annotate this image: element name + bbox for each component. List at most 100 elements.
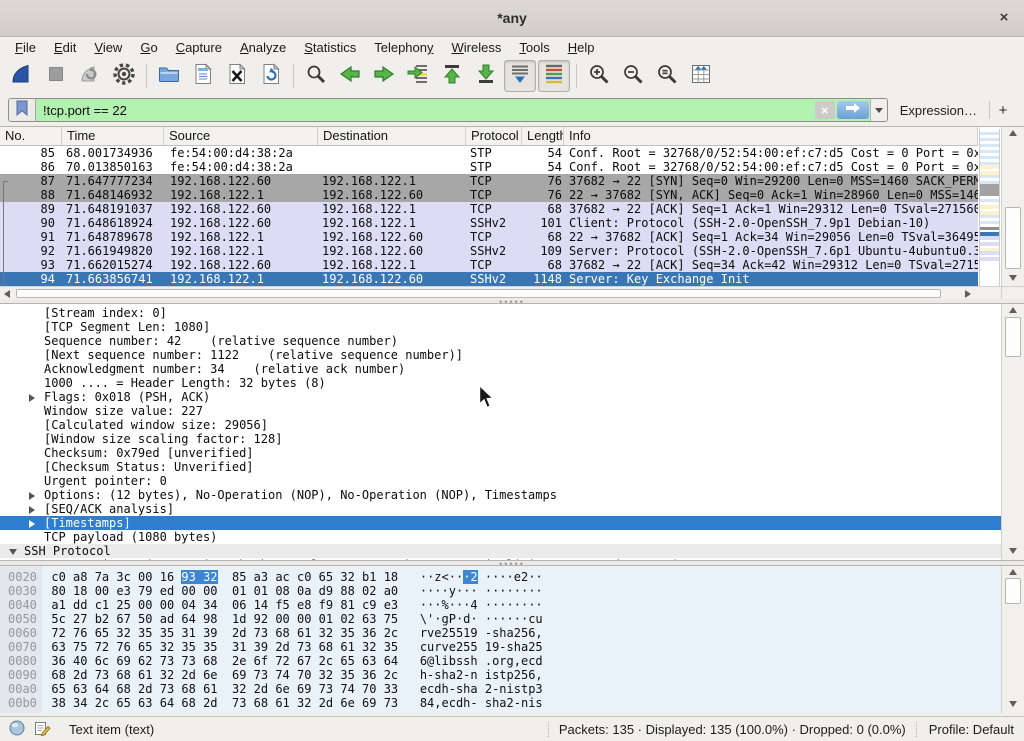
menu-view[interactable]: View xyxy=(85,40,131,55)
menu-analyze[interactable]: Analyze xyxy=(231,40,295,55)
expert-info-button[interactable] xyxy=(9,720,25,739)
vscrollbar-thumb[interactable] xyxy=(1005,207,1021,269)
packet-row-89[interactable]: 8971.648191037192.168.122.60192.168.122.… xyxy=(0,202,978,216)
detail-row[interactable]: Flags: 0x018 (PSH, ACK) xyxy=(0,390,1006,404)
auto-scroll-button[interactable] xyxy=(504,60,536,92)
hex-row-0040[interactable]: 0040 a1 dd c1 25 00 00 04 34 06 14 f5 e8… xyxy=(8,598,543,612)
hex-row-00a0[interactable]: 00a0 65 63 64 68 2d 73 68 61 32 2d 6e 69… xyxy=(8,682,543,696)
go-last-button[interactable] xyxy=(470,60,502,92)
intelligent-scrollbar-minimap[interactable] xyxy=(979,129,1000,287)
detail-row[interactable]: Urgent pointer: 0 xyxy=(0,474,1006,488)
capture-options-button[interactable] xyxy=(108,60,140,92)
detail-row[interactable]: Checksum: 0x79ed [unverified] xyxy=(0,446,1006,460)
hex-row-0030[interactable]: 0030 80 18 00 e3 79 ed 00 00 01 01 08 0a… xyxy=(8,584,543,598)
column-header-protocol[interactable]: Protocol xyxy=(466,127,522,145)
detail-row[interactable]: [Checksum Status: Unverified] xyxy=(0,460,1006,474)
hex-row-0060[interactable]: 0060 72 76 65 32 35 35 31 39 2d 73 68 61… xyxy=(8,626,543,640)
detail-row[interactable]: [TCP Segment Len: 1080] xyxy=(0,320,1006,334)
expander-collapsed-icon[interactable] xyxy=(29,506,35,514)
packet-row-88[interactable]: 8871.648146932192.168.122.1192.168.122.6… xyxy=(0,188,978,202)
details-vscrollbar[interactable] xyxy=(1001,304,1024,560)
packet-list-vscrollbar[interactable] xyxy=(1001,127,1024,287)
filter-apply-button[interactable] xyxy=(837,101,869,119)
hex-row-0090[interactable]: 0090 68 2d 73 68 61 32 2d 6e 69 73 74 70… xyxy=(8,668,543,682)
display-filter-input[interactable]: !tcp.port == 22 xyxy=(36,99,814,121)
column-header-length[interactable]: Length xyxy=(522,127,564,145)
detail-row[interactable]: Sequence number: 42 (relative sequence n… xyxy=(0,334,1006,348)
expression-button[interactable]: Expression… xyxy=(888,103,989,118)
detail-row[interactable]: 1000 .... = Header Length: 32 bytes (8) xyxy=(0,376,1006,390)
detail-row-selected[interactable]: [Timestamps] xyxy=(0,516,1006,530)
open-file-button[interactable] xyxy=(153,60,185,92)
details-scroll-up-icon[interactable] xyxy=(1002,307,1024,313)
capture-comment-button[interactable] xyxy=(34,720,51,739)
filter-history-dropdown[interactable] xyxy=(870,99,887,121)
detail-row[interactable]: [Window size scaling factor: 128] xyxy=(0,432,1006,446)
filter-bookmark-button[interactable] xyxy=(9,99,36,121)
hex-scroll-down-icon[interactable] xyxy=(1002,701,1024,707)
packet-row-86[interactable]: 8670.013850163fe:54:00:d4:38:2aSTP54Conf… xyxy=(0,160,978,174)
details-vscrollbar-thumb[interactable] xyxy=(1005,317,1021,357)
menu-go[interactable]: Go xyxy=(131,40,166,55)
go-to-packet-button[interactable] xyxy=(402,60,434,92)
save-file-button[interactable] xyxy=(187,60,219,92)
hex-row-0080[interactable]: 0080 36 40 6c 69 62 73 73 68 2e 6f 72 67… xyxy=(8,654,543,668)
hex-row-0050[interactable]: 0050 5c 27 b2 67 50 ad 64 98 1d 92 00 00… xyxy=(8,612,543,626)
packet-row-91[interactable]: 9171.648789678192.168.122.1192.168.122.6… xyxy=(0,230,978,244)
detail-row[interactable]: Acknowledgment number: 34 (relative ack … xyxy=(0,362,1006,376)
scroll-right-icon[interactable] xyxy=(965,290,971,298)
detail-row[interactable]: [SEQ/ACK analysis] xyxy=(0,502,1006,516)
detail-row[interactable]: Window size value: 227 xyxy=(0,404,1006,418)
menu-capture[interactable]: Capture xyxy=(167,40,231,55)
column-header-info[interactable]: Info xyxy=(564,127,978,145)
detail-row[interactable]: TCP payload (1080 bytes) xyxy=(0,530,1006,544)
hex-row-0070[interactable]: 0070 63 75 72 76 65 32 35 35 31 39 2d 73… xyxy=(8,640,543,654)
packet-row-92[interactable]: 9271.661949820192.168.122.1192.168.122.6… xyxy=(0,244,978,258)
detail-row[interactable]: Options: (12 bytes), No-Operation (NOP),… xyxy=(0,488,1006,502)
packet-row-90[interactable]: 9071.648618924192.168.122.60192.168.122.… xyxy=(0,216,978,230)
packet-row-93[interactable]: 9371.662015274192.168.122.60192.168.122.… xyxy=(0,258,978,272)
scroll-up-icon[interactable] xyxy=(1002,130,1024,136)
colorize-button[interactable] xyxy=(538,60,570,92)
zoom-in-button[interactable] xyxy=(583,60,615,92)
hex-vscrollbar[interactable] xyxy=(1001,566,1024,713)
go-first-button[interactable] xyxy=(436,60,468,92)
menu-edit[interactable]: Edit xyxy=(45,40,85,55)
hex-row-0020[interactable]: 0020 c0 a8 7a 3c 00 16 93 32 85 a3 ac c0… xyxy=(8,570,543,584)
reload-file-button[interactable] xyxy=(255,60,287,92)
go-forward-button[interactable] xyxy=(368,60,400,92)
expander-collapsed-icon[interactable] xyxy=(29,492,35,500)
menu-help[interactable]: Help xyxy=(559,40,604,55)
resize-columns-button[interactable] xyxy=(685,60,717,92)
column-header-destination[interactable]: Destination xyxy=(318,127,466,145)
menu-wireless[interactable]: Wireless xyxy=(443,40,511,55)
close-icon[interactable]: × xyxy=(994,8,1014,28)
column-header-time[interactable]: Time xyxy=(62,127,164,145)
hex-vscrollbar-thumb[interactable] xyxy=(1005,578,1021,604)
restart-capture-button[interactable] xyxy=(74,60,106,92)
expander-expanded-icon[interactable] xyxy=(9,549,17,555)
menu-telephony[interactable]: Telephony xyxy=(365,40,442,55)
find-packet-button[interactable] xyxy=(300,60,332,92)
detail-row[interactable]: SSH Protocol xyxy=(0,544,1006,558)
hscrollbar-thumb[interactable] xyxy=(16,289,941,298)
menu-tools[interactable]: Tools xyxy=(510,40,558,55)
column-header-source[interactable]: Source xyxy=(164,127,318,145)
packet-row-85[interactable]: 8568.001734936fe:54:00:d4:38:2aSTP54Conf… xyxy=(0,146,978,160)
packet-row-87[interactable]: 8771.647777234192.168.122.60192.168.122.… xyxy=(0,174,978,188)
packet-row-94[interactable]: 9471.663856741192.168.122.1192.168.122.6… xyxy=(0,272,978,286)
go-back-button[interactable] xyxy=(334,60,366,92)
column-header-no[interactable]: No. xyxy=(0,127,62,145)
expander-collapsed-icon[interactable] xyxy=(29,394,35,402)
hex-row-00b0[interactable]: 00b0 38 34 2c 65 63 64 68 2d 73 68 61 32… xyxy=(8,696,543,710)
expander-collapsed-icon[interactable] xyxy=(29,520,35,528)
profile-label[interactable]: Profile: Default xyxy=(916,722,1024,737)
filter-clear-button[interactable]: × xyxy=(815,101,835,119)
start-capture-button[interactable] xyxy=(6,60,38,92)
details-scroll-down-icon[interactable] xyxy=(1002,548,1024,554)
detail-row[interactable]: [Calculated window size: 29056] xyxy=(0,418,1006,432)
add-filter-button[interactable]: + xyxy=(990,102,1016,119)
zoom-out-button[interactable] xyxy=(617,60,649,92)
scroll-left-icon[interactable] xyxy=(4,290,10,298)
scroll-down-icon[interactable] xyxy=(1002,275,1024,281)
